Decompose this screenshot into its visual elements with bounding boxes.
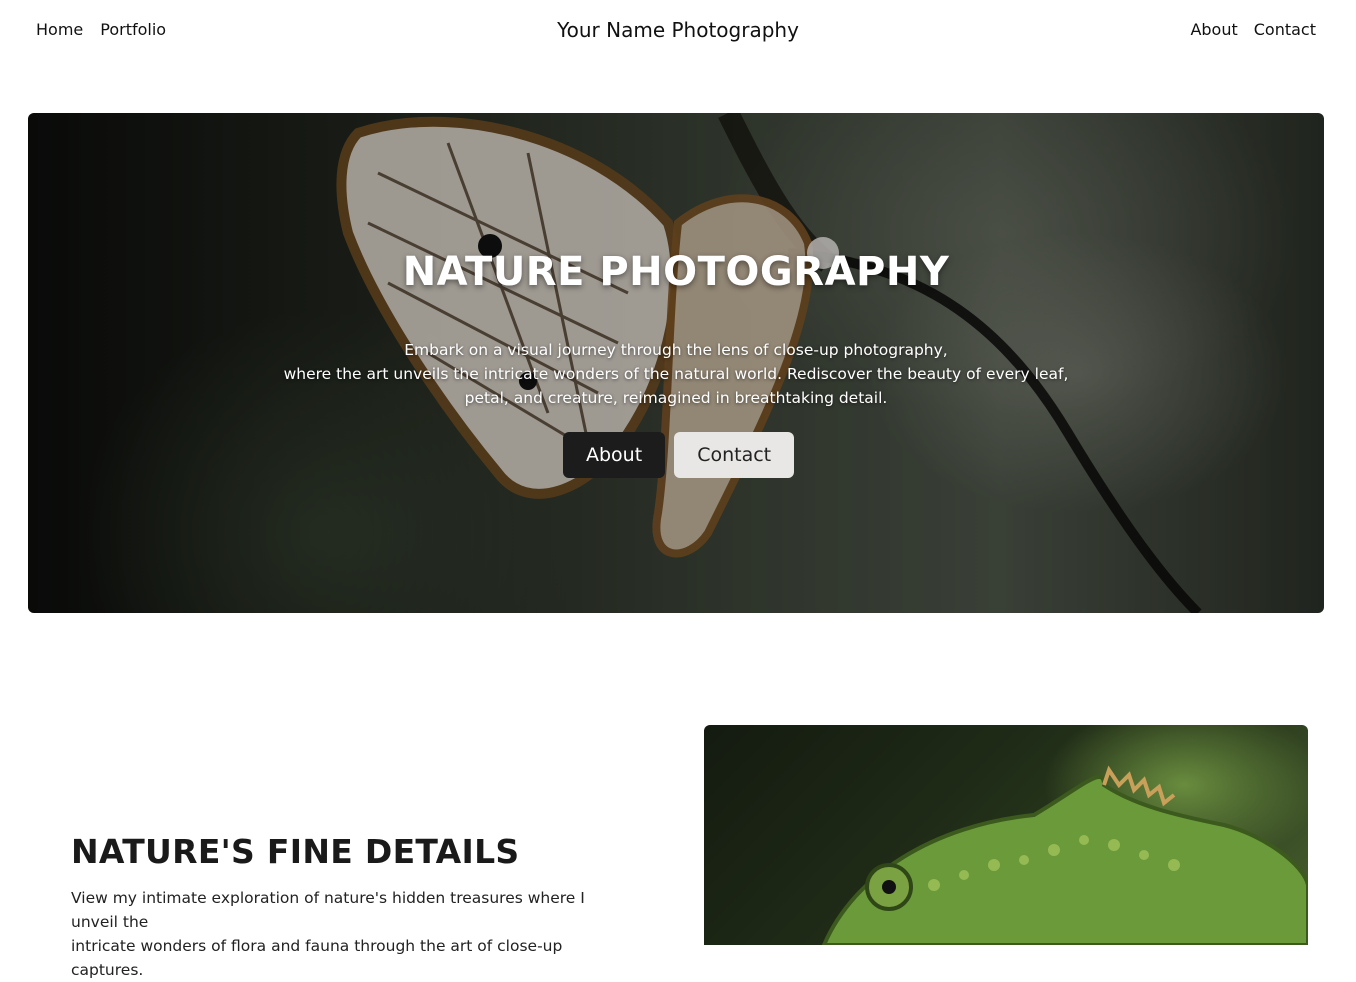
section-title: NATURE'S FINE DETAILS bbox=[71, 832, 520, 871]
hero-description-line: Embark on a visual journey through the l… bbox=[404, 341, 948, 359]
section-description-line: intricate wonders of flora and fauna thr… bbox=[71, 937, 563, 979]
hero-description-line: petal, and creature, reimagined in breat… bbox=[464, 389, 888, 407]
hero-button-group: About Contact bbox=[563, 432, 795, 478]
chameleon-photo bbox=[704, 725, 1308, 945]
section-description: View my intimate exploration of nature's… bbox=[71, 886, 631, 982]
hero-description-line: where the art unveils the intricate wond… bbox=[283, 365, 1069, 383]
hero-about-button[interactable]: About bbox=[563, 432, 666, 478]
hero-description: Embark on a visual journey through the l… bbox=[276, 338, 1076, 410]
top-navigation: Home Portfolio Your Name Photography Abo… bbox=[0, 0, 1356, 62]
nav-right: About Contact bbox=[1190, 20, 1316, 39]
hero-banner: NATURE PHOTOGRAPHY Embark on a visual jo… bbox=[28, 113, 1324, 613]
nav-about-link[interactable]: About bbox=[1190, 20, 1237, 39]
hero-contact-button[interactable]: Contact bbox=[674, 432, 795, 478]
nav-contact-link[interactable]: Contact bbox=[1254, 20, 1316, 39]
hero-title: NATURE PHOTOGRAPHY bbox=[402, 249, 950, 295]
chameleon-illustration bbox=[821, 765, 1308, 945]
section-description-line: View my intimate exploration of nature's… bbox=[71, 889, 585, 931]
site-brand[interactable]: Your Name Photography bbox=[0, 18, 1356, 42]
